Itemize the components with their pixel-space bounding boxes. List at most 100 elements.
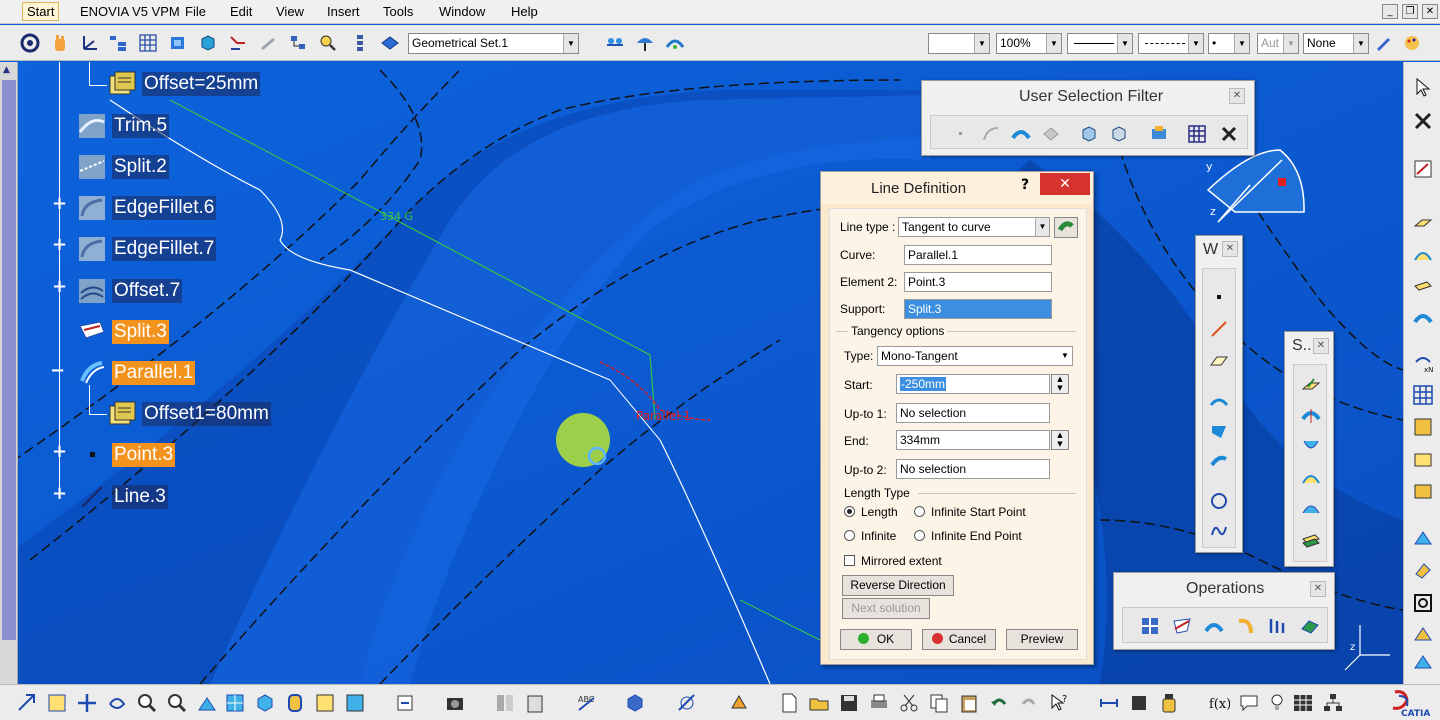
update-icon[interactable] [394,692,416,714]
pan-icon[interactable] [76,692,98,714]
upto1-field[interactable]: No selection [896,403,1050,423]
measure-tool-icon[interactable] [1412,624,1434,646]
sweep-surface-icon[interactable] [1300,497,1322,519]
normal-view-icon[interactable] [196,692,218,714]
cut-icon[interactable] [898,692,920,714]
plane-tool-icon[interactable] [1209,351,1229,371]
axis-icon[interactable] [80,33,100,53]
comment-icon[interactable] [1238,692,1260,714]
parallel-tool-icon[interactable] [1209,451,1229,471]
hand-icon[interactable] [50,33,70,53]
zoom-out-icon[interactable] [166,692,188,714]
transform-tool-icon[interactable] [1299,615,1321,637]
extrapolate-tool-icon[interactable] [1267,615,1289,637]
point-tool-icon[interactable] [1209,287,1229,307]
collapse-minus-icon[interactable]: − [50,362,65,380]
undo-icon[interactable] [988,692,1010,714]
expand-plus-icon[interactable]: + [52,443,67,461]
tree-node-point-3[interactable]: Point.3 [76,441,176,468]
preview-button[interactable]: Preview [1006,629,1078,650]
hide-show-icon[interactable] [314,692,336,714]
close-icon[interactable]: ✕ [1313,338,1329,354]
menu-help[interactable]: Help [511,4,538,19]
sketch-tool-icon[interactable] [1412,158,1434,180]
surface-filter-icon[interactable] [1011,124,1031,144]
expand-plus-icon[interactable]: + [52,485,67,503]
tree-node-split-2[interactable]: Split.2 [76,153,169,180]
repeat-tool-icon[interactable]: xN [1412,352,1434,374]
projection-tool-icon[interactable] [1209,391,1229,411]
open-folder-icon[interactable] [808,692,830,714]
point-type-select[interactable]: • ▼ [1208,33,1250,54]
part-design-icon[interactable] [624,692,646,714]
redo-icon[interactable] [1018,692,1040,714]
search-icon[interactable] [318,33,338,53]
volume-filter-icon[interactable] [1041,124,1061,144]
catalog-browser-icon[interactable] [494,692,516,714]
line-tool-icon[interactable] [1209,319,1229,339]
grid-icon[interactable] [138,33,158,53]
tree-node-trim-5[interactable]: Trim.5 [76,112,170,139]
stack-icon[interactable] [350,33,370,53]
law-tool-icon[interactable] [1412,416,1434,438]
umbrella-icon[interactable] [635,33,655,53]
measure-between-icon[interactable] [676,692,698,714]
reverse-direction-button[interactable]: Reverse Direction [842,575,954,596]
ok-button[interactable]: OK [840,629,912,650]
cancel-button[interactable]: Cancel [922,629,996,650]
infinite-radio[interactable] [844,530,855,541]
start-field[interactable]: -250mm [896,374,1050,394]
length-radio[interactable] [844,506,855,517]
analysis-icon[interactable] [665,33,685,53]
upto2-field[interactable]: No selection [896,459,1050,479]
inertia-icon[interactable] [1128,692,1150,714]
table-icon[interactable] [1292,692,1314,714]
bottle-icon[interactable] [1158,692,1180,714]
menu-file[interactable]: File [185,4,206,19]
fillet-tool-icon[interactable] [1203,615,1225,637]
swap-space-icon[interactable] [344,692,366,714]
new-file-icon[interactable] [778,692,800,714]
geometrical-set-select[interactable]: Geometrical Set.1 ▼ [408,33,579,54]
extrude-tool-icon[interactable] [1412,212,1434,234]
menu-view[interactable]: View [276,4,304,19]
sphere-surface-icon[interactable] [1300,435,1322,457]
menu-tools[interactable]: Tools [383,4,413,19]
sweep-tool-icon[interactable] [1412,244,1434,266]
brush-icon[interactable] [1374,33,1394,53]
hierarchy-tree-icon[interactable] [1322,692,1344,714]
camera-icon[interactable] [444,692,466,714]
layer-select[interactable]: Aut ▼ [1257,33,1299,54]
scrollbar-thumb[interactable] [2,80,16,640]
curve-field[interactable]: Parallel.1 [904,245,1052,265]
print-icon[interactable] [868,692,890,714]
tools-icon[interactable] [1412,110,1434,132]
spline-tool-icon[interactable] [1209,521,1229,541]
intersection-tool-icon[interactable] [1209,421,1229,441]
next-solution-button[interactable]: Next solution [842,598,930,619]
menu-window[interactable]: Window [439,4,485,19]
revolve-surface-icon[interactable] [1300,405,1322,427]
dialog-titlebar[interactable]: Line Definition ? ✕ [821,172,1093,204]
none-select[interactable]: None ▼ [1303,33,1369,54]
iso-view-icon[interactable] [254,692,276,714]
frame-tool-icon[interactable] [1412,592,1434,614]
close-icon[interactable]: ✕ [1222,241,1238,257]
extrude-surface-icon[interactable] [1300,375,1322,397]
compass-icon[interactable] [168,33,188,53]
end-spinner[interactable]: ▲ ▼ [1051,430,1069,450]
point-filter-icon[interactable] [951,124,971,144]
menu-enovia[interactable]: ENOVIA V5 VPM [80,4,180,19]
grid-filter-icon[interactable] [1187,124,1207,144]
line-type-select[interactable]: Tangent to curve ▼ [898,217,1050,237]
dash-type-select[interactable]: ▼ [1138,33,1204,54]
offset-surface-tool-icon[interactable] [1300,467,1322,489]
expand-plus-icon[interactable]: + [52,195,67,213]
whats-this-icon[interactable]: ? [1048,692,1070,714]
support-field[interactable]: Split.3 [904,299,1052,319]
help-button[interactable]: ? [1021,177,1029,193]
select-arrow-icon[interactable] [1412,76,1434,98]
constraint-icon[interactable] [605,33,625,53]
close-window-button[interactable]: ✕ [1422,4,1438,19]
fill-surface-icon[interactable] [1300,529,1322,551]
